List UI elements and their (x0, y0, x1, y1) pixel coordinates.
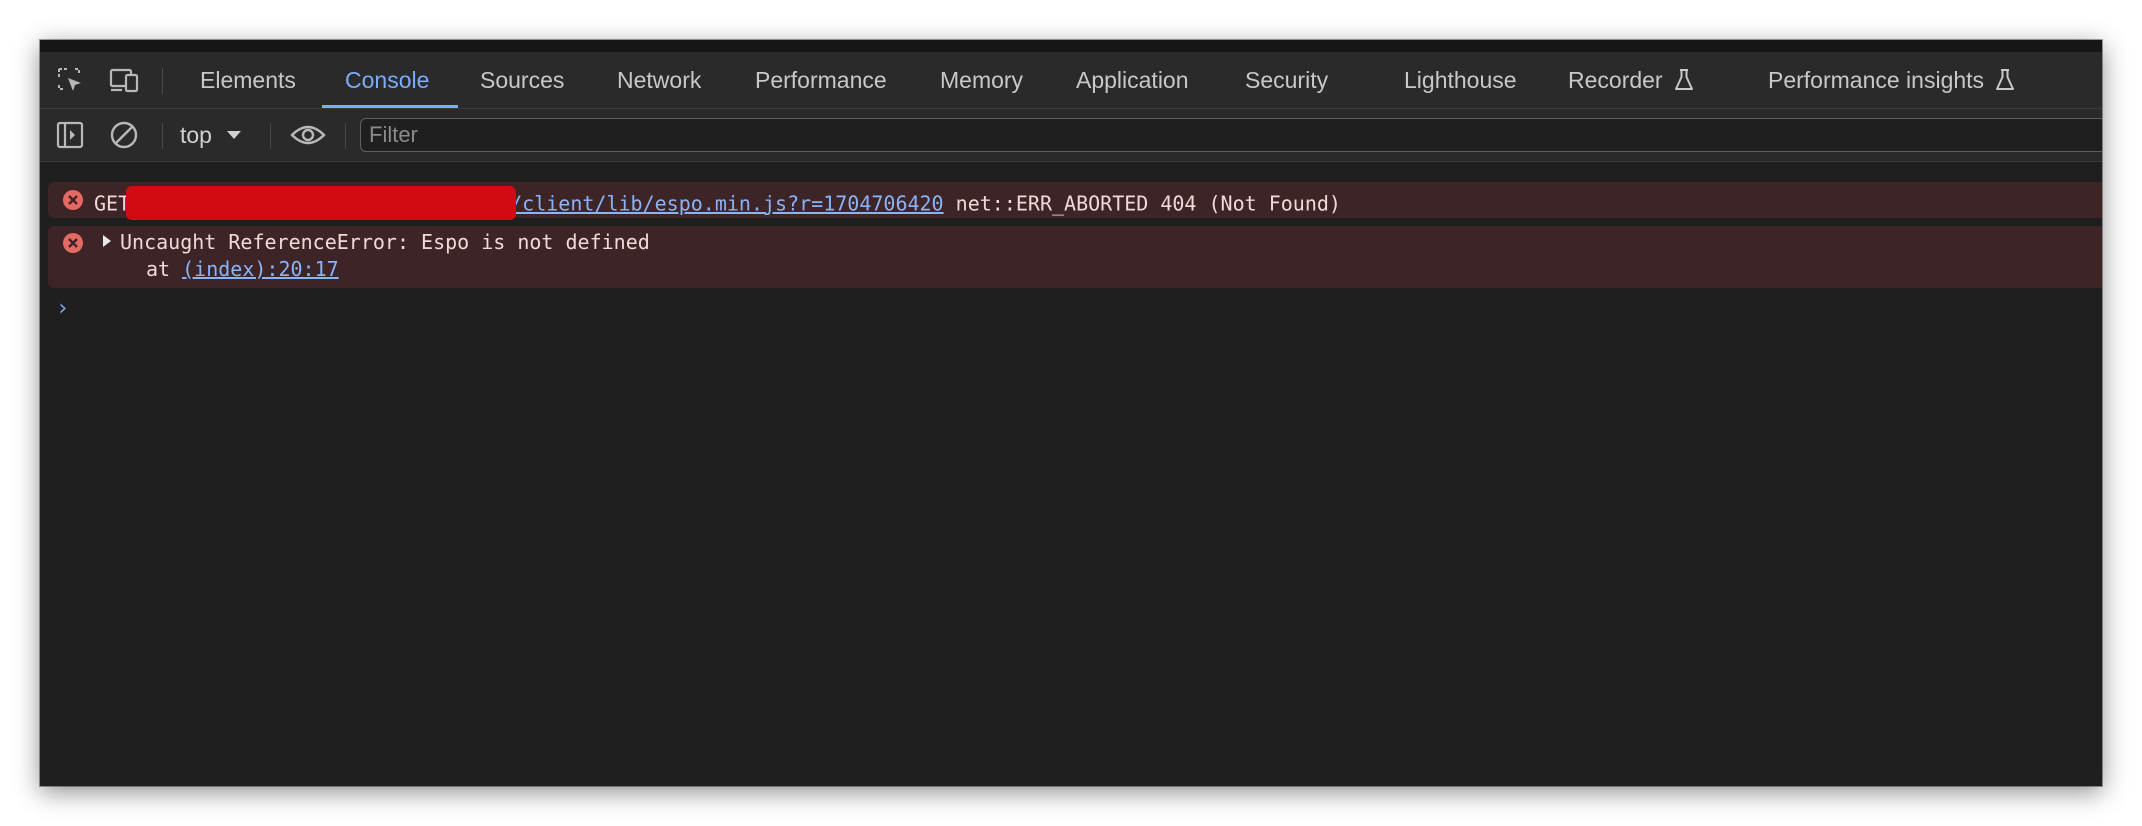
tab-lighthouse[interactable]: Lighthouse (1404, 52, 1517, 108)
flask-icon (1994, 68, 2016, 92)
console-toolbar: top Filter (40, 109, 2102, 162)
tab-sources[interactable]: Sources (480, 52, 564, 108)
clear-console-icon[interactable] (104, 109, 144, 161)
tab-label: Performance (755, 66, 887, 93)
tab-label: Sources (480, 66, 565, 93)
tab-label: Console (345, 66, 430, 93)
tab-network[interactable]: Network (617, 52, 701, 108)
flask-icon (1673, 68, 1695, 92)
console-prompt-chevron-icon[interactable]: › (56, 296, 69, 321)
error-icon (63, 190, 83, 210)
tab-application[interactable]: Application (1076, 52, 1189, 108)
stack-location-link[interactable]: (index):20:17 (182, 257, 339, 281)
dropdown-caret-icon (226, 129, 242, 141)
device-toolbar-icon[interactable] (104, 52, 144, 108)
tab-bar-separator (162, 68, 163, 94)
show-sidebar-icon[interactable] (50, 109, 90, 161)
filter-placeholder: Filter (369, 122, 418, 147)
filter-input[interactable]: Filter (360, 118, 2102, 152)
context-selector[interactable]: top (180, 109, 242, 161)
toolbar-separator (345, 123, 346, 149)
tab-performance[interactable]: Performance (755, 52, 887, 108)
request-method: GET (94, 191, 131, 216)
tab-performance-insights[interactable]: Performance insights (1768, 52, 2016, 108)
devtools-window: Elements Console Sources Network Perform… (40, 40, 2102, 786)
stack-at-label: at (146, 257, 171, 281)
tab-security[interactable]: Security (1245, 52, 1328, 108)
redacted-host (126, 186, 517, 220)
devtools-tab-bar: Elements Console Sources Network Perform… (40, 52, 2102, 109)
live-expression-eye-icon[interactable] (286, 109, 330, 161)
toolbar-separator (162, 123, 163, 149)
active-tab-indicator (322, 105, 458, 108)
request-url-link[interactable]: /client/lib/espo.min.js?r=1704706420 (510, 192, 943, 216)
tab-label: Lighthouse (1404, 66, 1517, 93)
tab-elements[interactable]: Elements (200, 52, 296, 108)
tab-label: Elements (200, 66, 296, 93)
tab-label: Recorder (1568, 66, 1663, 93)
toolbar-separator (270, 123, 271, 149)
error-text: Uncaught ReferenceError: Espo is not def… (120, 230, 650, 254)
tab-label: Application (1076, 66, 1189, 93)
error-icon (63, 233, 83, 253)
inspect-element-icon[interactable] (50, 52, 90, 108)
tab-label: Memory (940, 66, 1024, 93)
request-status: net::ERR_ABORTED 404 (Not Found) (955, 191, 1341, 216)
console-error-message: GET/client/lib/espo.min.js?r=1704706420 … (48, 182, 2102, 220)
tab-console[interactable]: Console (345, 52, 429, 108)
console-error-message: Uncaught ReferenceError: Espo is not def… (48, 226, 2102, 288)
tab-recorder[interactable]: Recorder (1568, 52, 1695, 108)
expand-triangle-icon[interactable] (102, 229, 112, 253)
tab-label: Network (617, 66, 702, 93)
window-top-strip (40, 40, 2102, 52)
tab-label: Performance insights (1768, 66, 1985, 93)
tab-memory[interactable]: Memory (940, 52, 1023, 108)
context-label: top (180, 121, 212, 148)
tab-label: Security (1245, 66, 1329, 93)
